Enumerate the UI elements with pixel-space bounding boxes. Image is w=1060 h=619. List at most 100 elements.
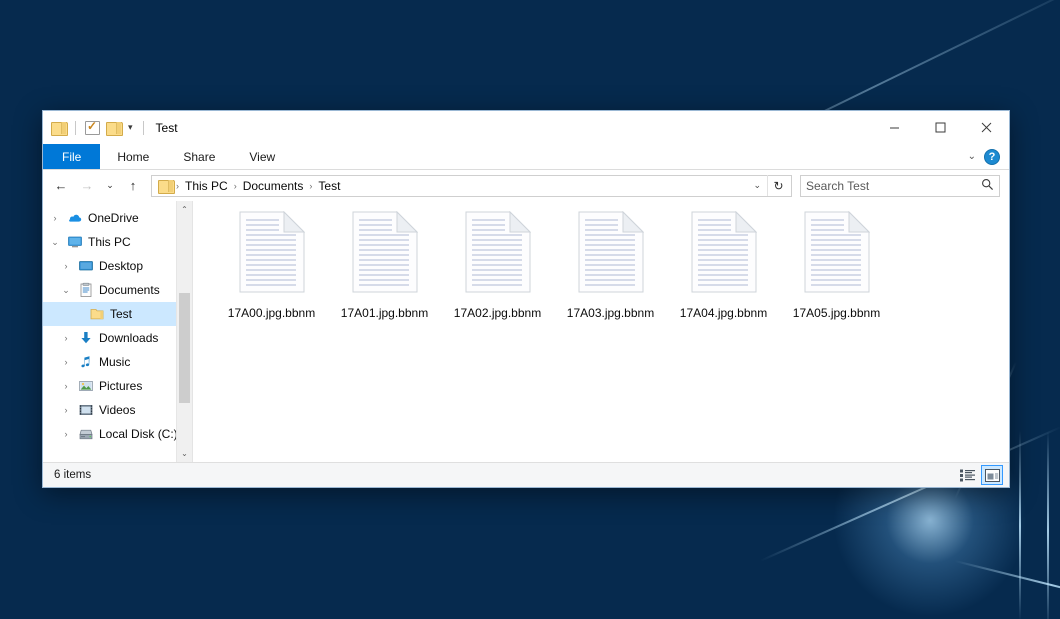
breadcrumb: › This PC › Documents › Test bbox=[157, 176, 747, 196]
music-icon bbox=[78, 354, 94, 370]
wallpaper-beam bbox=[1047, 431, 1049, 619]
folder-icon[interactable] bbox=[51, 121, 66, 134]
generic-file-icon bbox=[348, 211, 422, 297]
tab-file[interactable]: File bbox=[43, 144, 100, 169]
item-count-label: 6 items bbox=[54, 469, 91, 481]
scrollbar-thumb[interactable] bbox=[179, 293, 190, 403]
sidebar-scrollbar[interactable]: ⌃ ⌄ bbox=[176, 201, 192, 462]
file-item[interactable]: 17A05.jpg.bbnm bbox=[780, 209, 893, 320]
generic-file-icon bbox=[800, 211, 874, 297]
navigation-pane: › OneDrive ⌄ This PC › bbox=[43, 201, 193, 462]
tab-view[interactable]: View bbox=[232, 144, 292, 169]
drive-icon bbox=[78, 426, 94, 442]
file-name-label: 17A00.jpg.bbnm bbox=[228, 306, 315, 320]
sidebar-item-label: OneDrive bbox=[88, 211, 139, 225]
chevron-down-icon[interactable]: ⌄ bbox=[59, 286, 73, 295]
file-item[interactable]: 17A02.jpg.bbnm bbox=[441, 209, 554, 320]
help-icon[interactable]: ? bbox=[984, 149, 1000, 165]
search-box[interactable] bbox=[800, 175, 1000, 197]
chevron-right-icon[interactable]: › bbox=[48, 214, 62, 223]
file-name-label: 17A01.jpg.bbnm bbox=[341, 306, 428, 320]
breadcrumb-item-this-pc[interactable]: This PC bbox=[180, 176, 233, 196]
address-bar[interactable]: › This PC › Documents › Test ⌄ ↻ bbox=[151, 175, 792, 197]
file-item[interactable]: 17A03.jpg.bbnm bbox=[554, 209, 667, 320]
window-controls bbox=[871, 111, 1009, 144]
chevron-down-icon[interactable]: ⌄ bbox=[968, 151, 976, 162]
forward-button[interactable]: → bbox=[75, 174, 99, 198]
chevron-down-icon[interactable]: ⌄ bbox=[48, 238, 62, 247]
maximize-button[interactable] bbox=[917, 111, 963, 144]
sidebar-item-documents[interactable]: ⌄ Documents bbox=[43, 278, 192, 302]
chevron-right-icon[interactable]: › bbox=[59, 358, 73, 367]
window-body: › OneDrive ⌄ This PC › bbox=[43, 201, 1009, 462]
minimize-button[interactable] bbox=[871, 111, 917, 144]
sidebar-item-local-disk-c[interactable]: › Local Disk (C:) bbox=[43, 422, 192, 446]
wallpaper-beam bbox=[955, 560, 1060, 610]
chevron-down-icon[interactable]: ⌄ bbox=[747, 180, 767, 191]
file-item[interactable]: 17A00.jpg.bbnm bbox=[215, 209, 328, 320]
close-button[interactable] bbox=[963, 111, 1009, 144]
toolbar-divider bbox=[143, 121, 144, 135]
file-name-label: 17A04.jpg.bbnm bbox=[680, 306, 767, 320]
up-button[interactable]: ↑ bbox=[121, 174, 145, 198]
refresh-icon[interactable]: ↻ bbox=[767, 175, 789, 196]
sidebar-item-label: This PC bbox=[88, 235, 131, 249]
sidebar-item-this-pc[interactable]: ⌄ This PC bbox=[43, 230, 192, 254]
toolbar-divider bbox=[75, 121, 76, 135]
file-list-pane[interactable]: 17A00.jpg.bbnm bbox=[193, 201, 1009, 462]
pictures-icon bbox=[78, 378, 94, 394]
window-title: Test bbox=[156, 121, 178, 135]
sidebar-item-pictures[interactable]: › Pictures bbox=[43, 374, 192, 398]
generic-file-icon bbox=[235, 211, 309, 297]
properties-checkbox-icon[interactable] bbox=[85, 121, 100, 135]
chevron-right-icon[interactable]: › bbox=[59, 406, 73, 415]
sidebar-item-label: Desktop bbox=[99, 259, 143, 273]
details-view-button[interactable] bbox=[956, 465, 978, 485]
scroll-down-icon[interactable]: ⌄ bbox=[177, 445, 192, 462]
sidebar-item-onedrive[interactable]: › OneDrive bbox=[43, 206, 192, 230]
desktop-wallpaper: ▾ Test File Home Share View bbox=[0, 0, 1060, 619]
file-item[interactable]: 17A04.jpg.bbnm bbox=[667, 209, 780, 320]
view-toggle-group bbox=[956, 465, 1003, 485]
breadcrumb-item-test[interactable]: Test bbox=[313, 176, 345, 196]
generic-file-icon bbox=[461, 211, 535, 297]
sidebar-item-label: Pictures bbox=[99, 379, 142, 393]
search-icon[interactable] bbox=[981, 178, 994, 194]
wallpaper-beam bbox=[1019, 431, 1021, 619]
tab-home[interactable]: Home bbox=[100, 144, 166, 169]
breadcrumb-item-documents[interactable]: Documents bbox=[238, 176, 309, 196]
sidebar-item-label: Local Disk (C:) bbox=[99, 427, 178, 441]
ribbon-right-controls: ⌄ ? bbox=[968, 144, 1009, 169]
new-folder-icon[interactable] bbox=[106, 121, 121, 134]
chevron-down-icon[interactable]: ▾ bbox=[127, 123, 134, 132]
sidebar-item-downloads[interactable]: › Downloads bbox=[43, 326, 192, 350]
chevron-right-icon[interactable]: › bbox=[59, 430, 73, 439]
recent-locations-button[interactable]: ⌄ bbox=[101, 174, 119, 198]
chevron-right-icon[interactable]: › bbox=[59, 382, 73, 391]
tab-share[interactable]: Share bbox=[166, 144, 232, 169]
sidebar-item-desktop[interactable]: › Desktop bbox=[43, 254, 192, 278]
file-name-label: 17A05.jpg.bbnm bbox=[793, 306, 880, 320]
address-toolbar: ← → ⌄ ↑ › This PC › Documents › Test ⌄ ↻ bbox=[43, 170, 1009, 201]
sidebar-item-label: Test bbox=[110, 307, 132, 321]
file-name-label: 17A03.jpg.bbnm bbox=[567, 306, 654, 320]
search-input[interactable] bbox=[806, 179, 981, 193]
file-grid: 17A00.jpg.bbnm bbox=[193, 201, 1009, 320]
sidebar-item-videos[interactable]: › Videos bbox=[43, 398, 192, 422]
sidebar-item-music[interactable]: › Music bbox=[43, 350, 192, 374]
folder-icon bbox=[158, 179, 173, 192]
title-bar: ▾ Test bbox=[43, 111, 1009, 144]
chevron-right-icon[interactable]: › bbox=[59, 262, 73, 271]
generic-file-icon bbox=[574, 211, 648, 297]
chevron-right-icon[interactable]: › bbox=[59, 334, 73, 343]
file-item[interactable]: 17A01.jpg.bbnm bbox=[328, 209, 441, 320]
file-name-label: 17A02.jpg.bbnm bbox=[454, 306, 541, 320]
large-icons-view-button[interactable] bbox=[981, 465, 1003, 485]
sidebar-item-label: Documents bbox=[99, 283, 160, 297]
scroll-up-icon[interactable]: ⌃ bbox=[177, 201, 192, 218]
cloud-icon bbox=[67, 210, 83, 226]
monitor-icon bbox=[67, 234, 83, 250]
status-bar: 6 items bbox=[43, 462, 1009, 487]
back-button[interactable]: ← bbox=[49, 174, 73, 198]
sidebar-item-test[interactable]: Test bbox=[43, 302, 192, 326]
